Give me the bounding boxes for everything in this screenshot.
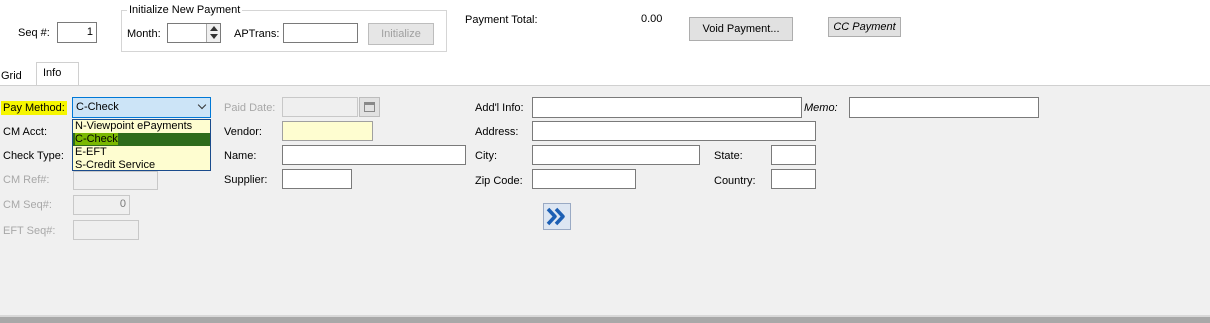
seq-input[interactable]: 1	[57, 22, 97, 43]
vendor-input[interactable]	[282, 121, 373, 141]
forward-button[interactable]	[543, 203, 571, 230]
addl-info-label: Add'l Info:	[475, 102, 524, 114]
city-label: City:	[475, 150, 497, 162]
address-label: Address:	[475, 126, 519, 138]
seq-label: Seq #:	[18, 27, 50, 39]
cm-seq-label: CM Seq#:	[3, 199, 52, 211]
pay-method-option-n[interactable]: N-Viewpoint ePayments	[73, 120, 210, 133]
supplier-input[interactable]	[282, 169, 352, 189]
cc-payment-button[interactable]: CC Payment	[828, 17, 901, 37]
name-label: Name:	[224, 150, 257, 162]
void-payment-button[interactable]: Void Payment...	[689, 17, 793, 41]
memo-input[interactable]	[849, 97, 1039, 118]
pay-method-label: Pay Method:	[1, 101, 67, 115]
spin-up-icon[interactable]	[210, 26, 218, 31]
cm-ref-label: CM Ref#:	[3, 174, 50, 186]
addl-info-input[interactable]	[532, 97, 802, 118]
check-type-label: Check Type:	[3, 150, 64, 162]
cm-seq-value: 0	[119, 198, 126, 210]
aptrans-input[interactable]	[283, 23, 358, 43]
month-label: Month:	[127, 28, 161, 40]
pay-method-option-e[interactable]: E-EFT	[73, 146, 210, 159]
country-label: Country:	[714, 175, 756, 187]
seq-value: 1	[86, 26, 93, 38]
eft-seq-label: EFT Seq#:	[3, 225, 56, 237]
month-spinner[interactable]	[206, 24, 220, 42]
pay-method-select[interactable]: C-Check	[72, 97, 211, 118]
tab-grid[interactable]: Grid	[1, 68, 22, 84]
pay-method-dropdown-list[interactable]: N-Viewpoint ePayments C-Check E-EFT S-Cr…	[72, 119, 211, 171]
paid-date-label: Paid Date:	[224, 102, 276, 114]
aptrans-label: APTrans:	[234, 28, 280, 40]
initialize-button[interactable]: Initialize	[368, 23, 434, 45]
city-input[interactable]	[532, 145, 700, 165]
tab-info-label: Info	[43, 67, 62, 79]
paid-date-input	[282, 97, 358, 117]
supplier-label: Supplier:	[224, 174, 268, 186]
memo-label: Memo:	[804, 102, 838, 114]
pay-method-value: C-Check	[76, 101, 119, 113]
state-input[interactable]	[771, 145, 816, 165]
spin-down-icon[interactable]	[210, 34, 218, 39]
vendor-label: Vendor:	[224, 126, 262, 138]
eft-seq-input	[73, 220, 139, 240]
zip-input[interactable]	[532, 169, 636, 189]
payment-total-label: Payment Total:	[465, 14, 538, 26]
calendar-icon[interactable]	[359, 97, 380, 117]
pay-method-option-c[interactable]: C-Check	[73, 133, 210, 146]
payment-total-value: 0.00	[641, 13, 663, 25]
zip-label: Zip Code:	[475, 175, 523, 187]
bottom-bar	[0, 315, 1210, 323]
name-input[interactable]	[282, 145, 466, 165]
chevron-down-icon	[197, 100, 207, 110]
country-input[interactable]	[771, 169, 816, 189]
cm-ref-input	[73, 171, 158, 190]
cm-seq-input: 0	[73, 195, 130, 215]
address-input[interactable]	[532, 121, 816, 141]
init-group-title: Initialize New Payment	[127, 3, 243, 17]
pay-method-option-c-label: C-Check	[75, 133, 118, 145]
tab-info[interactable]: Info	[36, 62, 79, 86]
cm-acct-label: CM Acct:	[3, 126, 48, 138]
state-label: State:	[714, 150, 743, 162]
double-chevron-right-icon	[546, 207, 565, 226]
